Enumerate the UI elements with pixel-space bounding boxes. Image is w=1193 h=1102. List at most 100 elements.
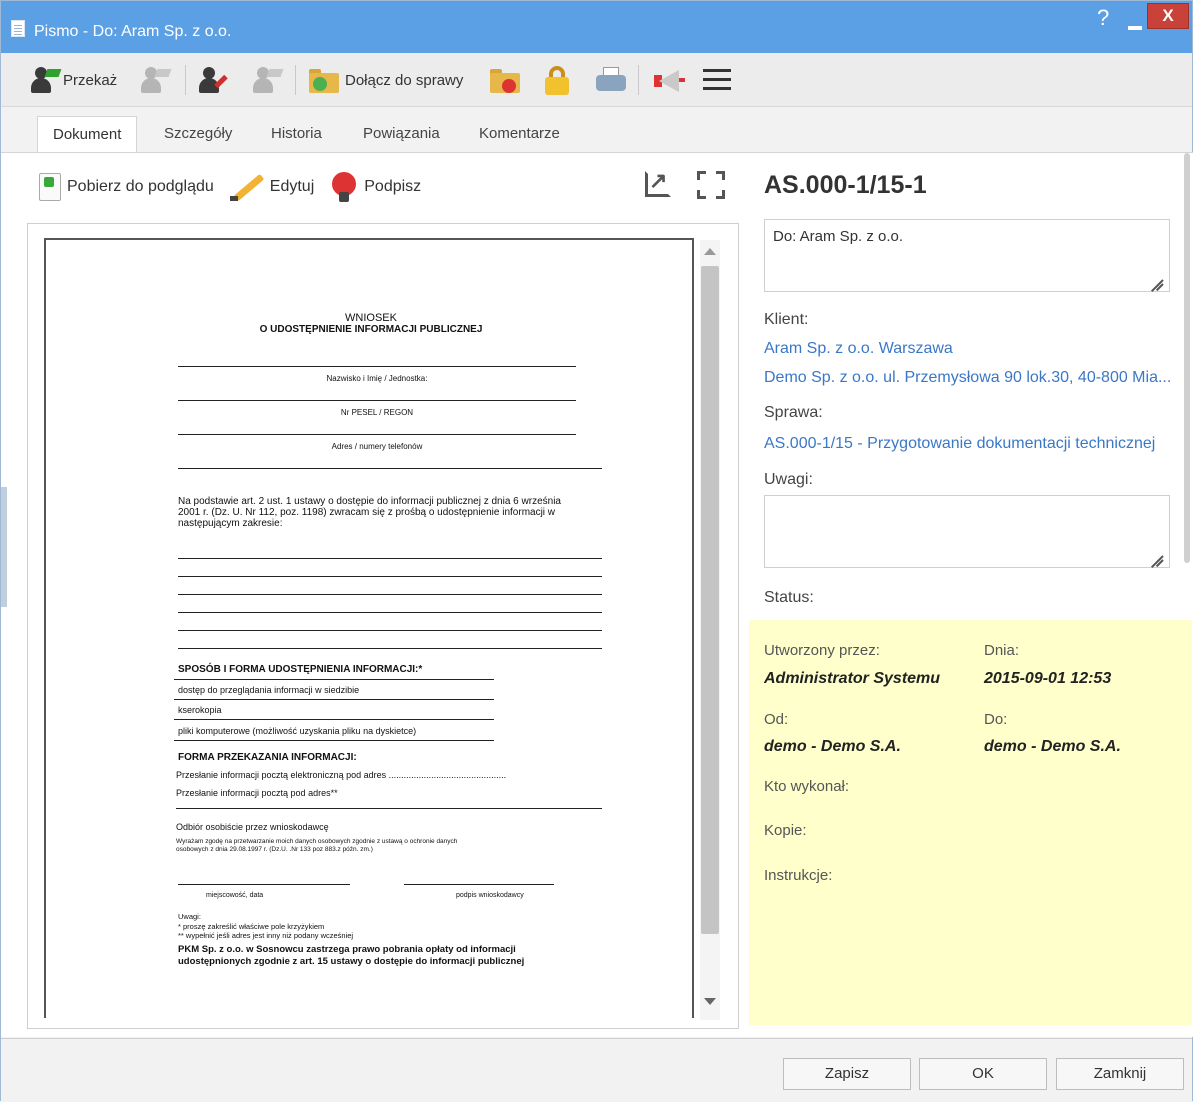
close-button[interactable]: Zamknij: [1056, 1058, 1184, 1090]
form-line: [404, 884, 554, 885]
to-value: demo - Demo S.A.: [984, 738, 1121, 755]
form-line: [174, 740, 494, 741]
form-line: [178, 576, 602, 577]
edit-label: Edytuj: [269, 178, 315, 195]
megaphone-icon: [651, 66, 685, 94]
notes-textarea[interactable]: [764, 495, 1170, 568]
recipient-textarea[interactable]: Do: Aram Sp. z o.o.: [764, 219, 1170, 292]
sign-label: Podpisz: [364, 178, 422, 195]
toolbar-separator: [185, 65, 186, 95]
resize-grip-icon[interactable]: [1149, 271, 1163, 285]
more-menu-button[interactable]: [703, 63, 731, 97]
sign-button[interactable]: Podpisz: [330, 172, 421, 202]
resize-grip-icon[interactable]: [1149, 547, 1163, 561]
consent-line-1: Wyrażam zgodę na przetwarzanie moich dan…: [176, 838, 458, 845]
intro-line-2: 2001 r. (Dz. U. Nr 112, poz. 1198) zwrac…: [178, 507, 556, 518]
field-pesel-label: Nr PESEL / REGON: [340, 408, 414, 417]
share-button[interactable]: [251, 63, 284, 97]
form-line: [178, 594, 602, 595]
download-preview-button[interactable]: Pobierz do podglądu: [39, 173, 214, 201]
tab-historia[interactable]: Historia: [256, 116, 337, 152]
lock-button[interactable]: [544, 63, 570, 97]
form-title: WNIOSEK: [345, 312, 397, 324]
announce-button[interactable]: [651, 63, 685, 97]
reassign-button[interactable]: [139, 63, 172, 97]
client-label: Klient:: [764, 311, 809, 328]
case-label: Sprawa:: [764, 404, 823, 421]
tab-content: Pobierz do podglądu Edytuj Podpisz WNIOS…: [1, 152, 1193, 1037]
seal-icon: [330, 172, 358, 202]
tab-komentarze[interactable]: Komentarze: [464, 116, 575, 152]
to-label: Do:: [984, 711, 1008, 728]
form-line: [178, 434, 576, 435]
title-bar[interactable]: Pismo - Do: Aram Sp. z o.o. ? X: [1, 1, 1192, 53]
scroll-up-arrow-icon[interactable]: [704, 248, 716, 255]
dialog-footer: Zapisz OK Zamknij: [1, 1038, 1192, 1102]
share-user-icon: [251, 65, 284, 95]
document-reference: AS.000-1/15-1: [764, 171, 927, 199]
client-link-demo[interactable]: Demo Sp. z o.o. ul. Przemysłowa 90 lok.3…: [764, 369, 1171, 387]
form-line: [174, 699, 494, 700]
fee-line-2: udostępnionych zgodnie z art. 15 ustawy …: [178, 956, 525, 967]
form-line: [178, 366, 576, 367]
window-title: Pismo - Do: Aram Sp. z o.o.: [34, 23, 232, 40]
notes-heading: Uwagi:: [178, 912, 201, 921]
signature-label: podpis wnioskodawcy: [456, 892, 524, 899]
pencil-icon: [229, 172, 265, 202]
forward-user-icon: [29, 65, 62, 95]
section-delivery-heading: FORMA PRZEKAZANIA INFORMACJI:: [178, 752, 357, 763]
ok-button[interactable]: OK: [919, 1058, 1047, 1090]
fullscreen-icon[interactable]: [697, 171, 725, 199]
document-preview: WNIOSEK O UDOSTĘPNIENIE INFORMACJI PUBLI…: [27, 223, 739, 1029]
form-line: [174, 719, 494, 720]
document-tools: Pobierz do podglądu Edytuj Podpisz: [39, 169, 437, 205]
note-line-2: ** wypełnić jeśli adres jest inny niż po…: [178, 931, 354, 940]
details-scrollbar[interactable]: [1184, 153, 1190, 563]
minimize-icon[interactable]: [1128, 26, 1142, 30]
case-link[interactable]: AS.000-1/15 - Przygotowanie dokumentacji…: [764, 435, 1155, 453]
place-date-label: miejscowość, data: [206, 892, 264, 899]
toolbar-separator: [638, 65, 639, 95]
folder-remove-icon: [488, 67, 522, 93]
splitter-handle[interactable]: [1, 487, 7, 607]
attach-to-case-button[interactable]: Dołącz do sprawy: [307, 63, 463, 97]
help-icon[interactable]: ?: [1097, 5, 1109, 31]
scroll-down-arrow-icon[interactable]: [704, 998, 716, 1005]
return-button[interactable]: [197, 63, 228, 97]
attach-to-case-label: Dołącz do sprawy: [345, 71, 464, 89]
tab-szczegoly[interactable]: Szczegóły: [149, 116, 247, 152]
notes-label: Uwagi:: [764, 471, 813, 488]
instructions-label: Instrukcje:: [764, 867, 833, 884]
client-link-aram[interactable]: Aram Sp. z o.o. Warszawa: [764, 340, 953, 358]
edit-button[interactable]: Edytuj: [229, 172, 315, 202]
toolbar: Przekaż Dołącz do sprawy: [1, 53, 1192, 107]
form-line: [178, 612, 602, 613]
section-method-heading: SPOSÓB I FORMA UDOSTĘPNIENIA INFORMACJI:…: [178, 664, 423, 675]
form-line: [178, 630, 602, 631]
preview-scrollbar[interactable]: [700, 240, 720, 1020]
date-label: Dnia:: [984, 642, 1020, 659]
created-by-value: Administrator Systemu: [764, 670, 941, 687]
print-button[interactable]: [595, 63, 627, 97]
printer-icon: [595, 65, 627, 95]
fee-line-1: PKM Sp. z o.o. w Sosnowcu zastrzega praw…: [178, 944, 516, 955]
recipient-text: Do: Aram Sp. z o.o.: [773, 228, 904, 245]
return-user-icon: [197, 65, 228, 95]
hamburger-menu-icon: [703, 69, 731, 91]
forward-button[interactable]: Przekaż: [29, 63, 117, 97]
tab-powiazania[interactable]: Powiązania: [348, 116, 455, 152]
intro-line-3: następującym zakresie:: [178, 518, 283, 529]
form-line: [178, 468, 602, 469]
form-line: [178, 884, 350, 885]
remove-from-case-button[interactable]: [488, 63, 522, 97]
delivery-post: Przesłanie informacji pocztą pod adres**: [176, 788, 338, 798]
status-panel: Utworzony przez: Administrator Systemu D…: [749, 620, 1192, 1025]
note-line-1: * proszę zakreślić właściwe pole krzyżyk…: [178, 922, 325, 931]
save-button[interactable]: Zapisz: [783, 1058, 911, 1090]
scroll-thumb[interactable]: [701, 266, 719, 934]
open-external-icon[interactable]: [645, 168, 671, 197]
created-by-label: Utworzony przez:: [764, 642, 880, 659]
form-subtitle: O UDOSTĘPNIENIE INFORMACJI PUBLICZNEJ: [259, 324, 483, 335]
tab-dokument[interactable]: Dokument: [37, 116, 138, 152]
close-window-button[interactable]: X: [1147, 3, 1189, 29]
